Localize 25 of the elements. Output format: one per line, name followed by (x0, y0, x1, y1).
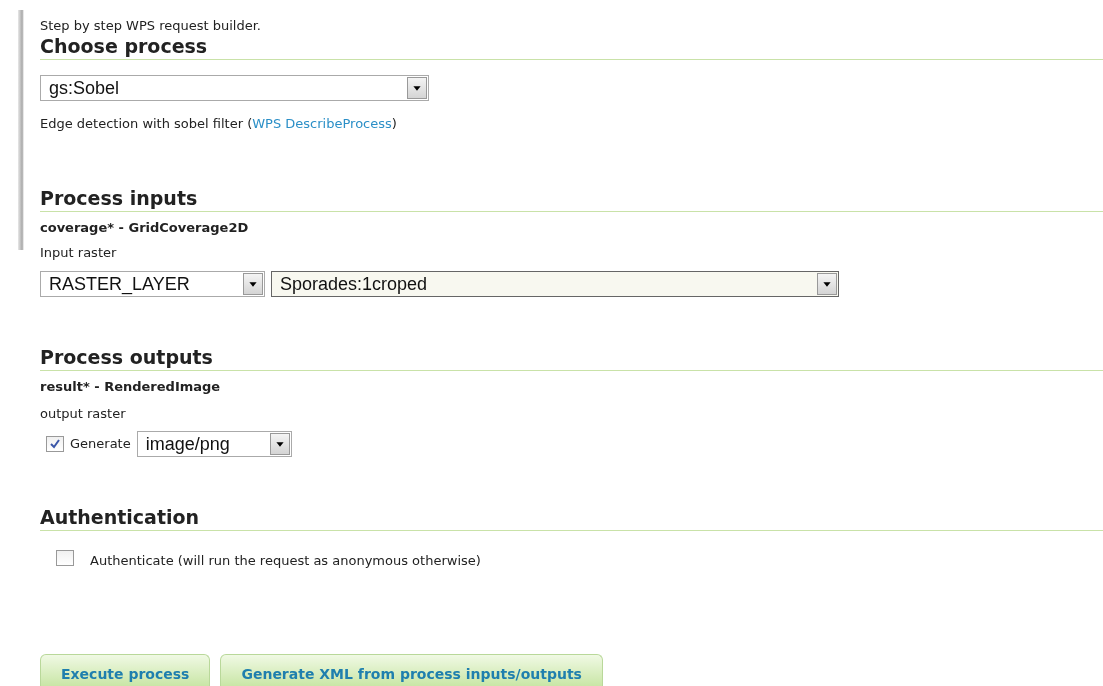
action-button[interactable]: Generate XML from process inputs/outputs (220, 654, 603, 686)
output-name: result* - RenderedImage (40, 379, 222, 395)
authenticate-checkbox[interactable] (56, 550, 74, 566)
format-dropdown[interactable]: image/png (136, 431, 292, 457)
authenticate-label: Authenticate (will run the request as anonymous otherwise) (90, 553, 481, 569)
describe-process-link[interactable]: WPS DescribeProcess (252, 116, 392, 131)
input-name: coverage* - GridCoverage2D (40, 220, 250, 236)
section-heading: Process inputs (40, 186, 1103, 212)
section-heading: Authentication (40, 505, 1103, 531)
caret-icon (269, 433, 290, 455)
layer-dropdown[interactable]: Sporades:1croped (271, 271, 839, 297)
section-heading: Choose process (40, 34, 1103, 60)
process-description: Edge detection with sobel filter (WPS DescribeProcess) (40, 116, 398, 132)
caret-icon (243, 273, 263, 295)
output-description: output raster (40, 406, 127, 422)
action-button[interactable]: Execute process (40, 654, 211, 686)
process-dropdown[interactable]: gs:Sobel (40, 75, 429, 101)
generate-label: Generate (70, 436, 131, 452)
section-heading: Process outputs (40, 345, 1103, 371)
caret-icon (407, 77, 427, 99)
generate-checkbox[interactable] (46, 436, 64, 452)
input-type-dropdown[interactable]: RASTER_LAYER (40, 271, 265, 297)
caret-icon (817, 273, 837, 295)
intro-text: Step by step WPS request builder. (40, 18, 262, 34)
input-description: Input raster (40, 245, 118, 261)
